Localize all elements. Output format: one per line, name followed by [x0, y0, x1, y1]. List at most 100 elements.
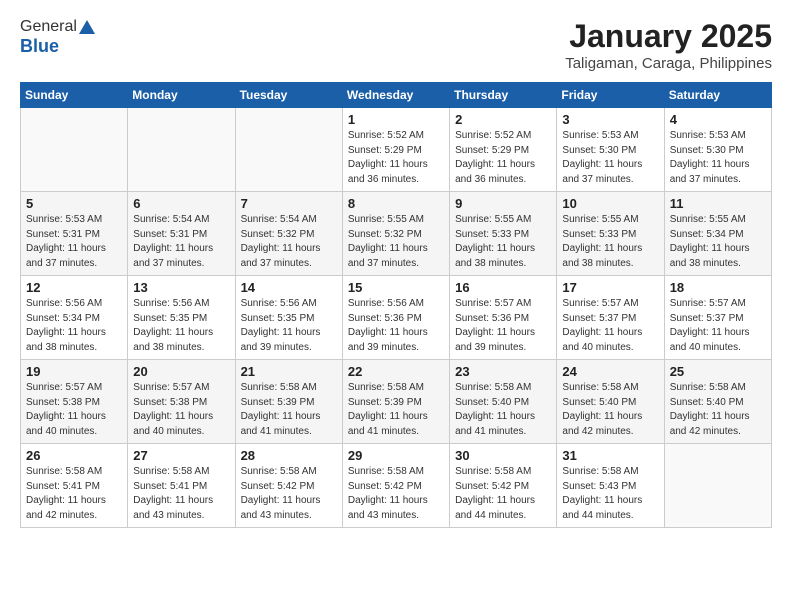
calendar-cell: 21 Sunrise: 5:58 AM Sunset: 5:39 PM Dayli…	[235, 360, 342, 444]
calendar-week-row: 1 Sunrise: 5:52 AM Sunset: 5:29 PM Daylig…	[21, 108, 772, 192]
day-info: Sunrise: 5:58 AM Sunset: 5:39 PM Dayligh…	[348, 381, 444, 439]
calendar-cell: 24 Sunrise: 5:58 AM Sunset: 5:40 PM Dayli…	[557, 360, 664, 444]
day-info: Sunrise: 5:58 AM Sunset: 5:42 PM Dayligh…	[348, 465, 444, 523]
calendar-cell: 20 Sunrise: 5:57 AM Sunset: 5:38 PM Dayli…	[128, 360, 235, 444]
header: General Blue January 2025 Taligaman, Car…	[20, 18, 772, 72]
calendar-cell: 23 Sunrise: 5:58 AM Sunset: 5:40 PM Dayli…	[450, 360, 557, 444]
calendar-cell: 19 Sunrise: 5:57 AM Sunset: 5:38 PM Dayli…	[21, 360, 128, 444]
day-number: 5	[26, 196, 122, 211]
calendar-cell: 16Sunrise: 5:57 AM Sunset: 5:36 PM Dayli…	[450, 276, 557, 360]
day-info: Sunrise: 5:58 AM Sunset: 5:43 PM Dayligh…	[562, 465, 658, 523]
day-info: Sunrise: 5:58 AM Sunset: 5:41 PM Dayligh…	[133, 465, 229, 523]
day-number: 31	[562, 448, 658, 463]
day-number: 27	[133, 448, 229, 463]
day-info: Sunrise: 5:54 AM Sunset: 5:31 PM Dayligh…	[133, 213, 229, 271]
day-info: Sunrise: 5:56 AM Sunset: 5:35 PM Dayligh…	[241, 297, 337, 355]
day-number: 1	[348, 112, 444, 127]
day-number: 20	[133, 364, 229, 379]
day-number: 28	[241, 448, 337, 463]
calendar-cell: 14 Sunrise: 5:56 AM Sunset: 5:35 PM Dayli…	[235, 276, 342, 360]
day-number: 3	[562, 112, 658, 127]
day-number: 19	[26, 364, 122, 379]
calendar-cell	[235, 108, 342, 192]
calendar-cell: 30 Sunrise: 5:58 AM Sunset: 5:42 PM Dayli…	[450, 444, 557, 528]
calendar-cell: 12 Sunrise: 5:56 AM Sunset: 5:34 PM Dayli…	[21, 276, 128, 360]
calendar-cell: 25Sunrise: 5:58 AM Sunset: 5:40 PM Dayli…	[664, 360, 771, 444]
day-number: 9	[455, 196, 551, 211]
day-info: Sunrise: 5:56 AM Sunset: 5:34 PM Dayligh…	[26, 297, 122, 355]
calendar-week-row: 26 Sunrise: 5:58 AM Sunset: 5:41 PM Dayli…	[21, 444, 772, 528]
day-info: Sunrise: 5:58 AM Sunset: 5:42 PM Dayligh…	[241, 465, 337, 523]
day-number: 30	[455, 448, 551, 463]
day-number: 12	[26, 280, 122, 295]
day-number: 24	[562, 364, 658, 379]
day-info: Sunrise: 5:53 AM Sunset: 5:31 PM Dayligh…	[26, 213, 122, 271]
day-number: 14	[241, 280, 337, 295]
location-subtitle: Taligaman, Caraga, Philippines	[565, 55, 772, 72]
day-info: Sunrise: 5:58 AM Sunset: 5:40 PM Dayligh…	[455, 381, 551, 439]
calendar-cell: 13 Sunrise: 5:56 AM Sunset: 5:35 PM Dayli…	[128, 276, 235, 360]
day-info: Sunrise: 5:55 AM Sunset: 5:33 PM Dayligh…	[562, 213, 658, 271]
day-number: 21	[241, 364, 337, 379]
day-info: Sunrise: 5:57 AM Sunset: 5:38 PM Dayligh…	[26, 381, 122, 439]
calendar-cell: 17Sunrise: 5:57 AM Sunset: 5:37 PM Dayli…	[557, 276, 664, 360]
calendar-page: General Blue January 2025 Taligaman, Car…	[0, 0, 792, 612]
day-number: 18	[670, 280, 766, 295]
day-info: Sunrise: 5:58 AM Sunset: 5:39 PM Dayligh…	[241, 381, 337, 439]
calendar-cell: 28 Sunrise: 5:58 AM Sunset: 5:42 PM Dayli…	[235, 444, 342, 528]
day-of-week-header: Monday	[128, 83, 235, 108]
day-info: Sunrise: 5:53 AM Sunset: 5:30 PM Dayligh…	[562, 129, 658, 187]
day-info: Sunrise: 5:57 AM Sunset: 5:38 PM Dayligh…	[133, 381, 229, 439]
calendar-cell: 22Sunrise: 5:58 AM Sunset: 5:39 PM Dayli…	[342, 360, 449, 444]
day-of-week-header: Thursday	[450, 83, 557, 108]
logo: General Blue	[20, 18, 95, 57]
calendar-cell: 29 Sunrise: 5:58 AM Sunset: 5:42 PM Dayli…	[342, 444, 449, 528]
calendar-week-row: 5 Sunrise: 5:53 AM Sunset: 5:31 PM Daylig…	[21, 192, 772, 276]
calendar-cell	[128, 108, 235, 192]
day-of-week-header: Tuesday	[235, 83, 342, 108]
day-info: Sunrise: 5:56 AM Sunset: 5:36 PM Dayligh…	[348, 297, 444, 355]
day-number: 23	[455, 364, 551, 379]
day-number: 4	[670, 112, 766, 127]
calendar-cell: 4Sunrise: 5:53 AM Sunset: 5:30 PM Daylig…	[664, 108, 771, 192]
calendar-cell: 8Sunrise: 5:55 AM Sunset: 5:32 PM Daylig…	[342, 192, 449, 276]
day-info: Sunrise: 5:55 AM Sunset: 5:34 PM Dayligh…	[670, 213, 766, 271]
calendar-cell: 1 Sunrise: 5:52 AM Sunset: 5:29 PM Daylig…	[342, 108, 449, 192]
day-info: Sunrise: 5:58 AM Sunset: 5:40 PM Dayligh…	[562, 381, 658, 439]
day-number: 13	[133, 280, 229, 295]
day-info: Sunrise: 5:58 AM Sunset: 5:41 PM Dayligh…	[26, 465, 122, 523]
day-number: 17	[562, 280, 658, 295]
logo-blue-text: Blue	[20, 36, 59, 57]
calendar-header-row: SundayMondayTuesdayWednesdayThursdayFrid…	[21, 83, 772, 108]
calendar-cell: 26 Sunrise: 5:58 AM Sunset: 5:41 PM Dayli…	[21, 444, 128, 528]
calendar-cell: 31 Sunrise: 5:58 AM Sunset: 5:43 PM Dayli…	[557, 444, 664, 528]
calendar-cell	[664, 444, 771, 528]
day-info: Sunrise: 5:54 AM Sunset: 5:32 PM Dayligh…	[241, 213, 337, 271]
day-number: 25	[670, 364, 766, 379]
calendar-cell: 3 Sunrise: 5:53 AM Sunset: 5:30 PM Daylig…	[557, 108, 664, 192]
day-info: Sunrise: 5:57 AM Sunset: 5:36 PM Dayligh…	[455, 297, 551, 355]
day-of-week-header: Saturday	[664, 83, 771, 108]
calendar-cell: 7 Sunrise: 5:54 AM Sunset: 5:32 PM Daylig…	[235, 192, 342, 276]
month-title: January 2025	[565, 18, 772, 55]
day-of-week-header: Wednesday	[342, 83, 449, 108]
day-info: Sunrise: 5:58 AM Sunset: 5:42 PM Dayligh…	[455, 465, 551, 523]
calendar-cell: 27 Sunrise: 5:58 AM Sunset: 5:41 PM Dayli…	[128, 444, 235, 528]
day-info: Sunrise: 5:56 AM Sunset: 5:35 PM Dayligh…	[133, 297, 229, 355]
calendar-cell: 18 Sunrise: 5:57 AM Sunset: 5:37 PM Dayli…	[664, 276, 771, 360]
day-number: 10	[562, 196, 658, 211]
title-block: January 2025 Taligaman, Caraga, Philippi…	[565, 18, 772, 72]
day-info: Sunrise: 5:52 AM Sunset: 5:29 PM Dayligh…	[348, 129, 444, 187]
day-info: Sunrise: 5:55 AM Sunset: 5:32 PM Dayligh…	[348, 213, 444, 271]
day-number: 26	[26, 448, 122, 463]
calendar-cell: 2Sunrise: 5:52 AM Sunset: 5:29 PM Daylig…	[450, 108, 557, 192]
calendar-cell	[21, 108, 128, 192]
day-info: Sunrise: 5:57 AM Sunset: 5:37 PM Dayligh…	[670, 297, 766, 355]
calendar-week-row: 12 Sunrise: 5:56 AM Sunset: 5:34 PM Dayli…	[21, 276, 772, 360]
day-info: Sunrise: 5:55 AM Sunset: 5:33 PM Dayligh…	[455, 213, 551, 271]
day-number: 15	[348, 280, 444, 295]
calendar-cell: 9 Sunrise: 5:55 AM Sunset: 5:33 PM Daylig…	[450, 192, 557, 276]
day-number: 29	[348, 448, 444, 463]
logo-general-text: General	[20, 18, 77, 36]
day-number: 7	[241, 196, 337, 211]
